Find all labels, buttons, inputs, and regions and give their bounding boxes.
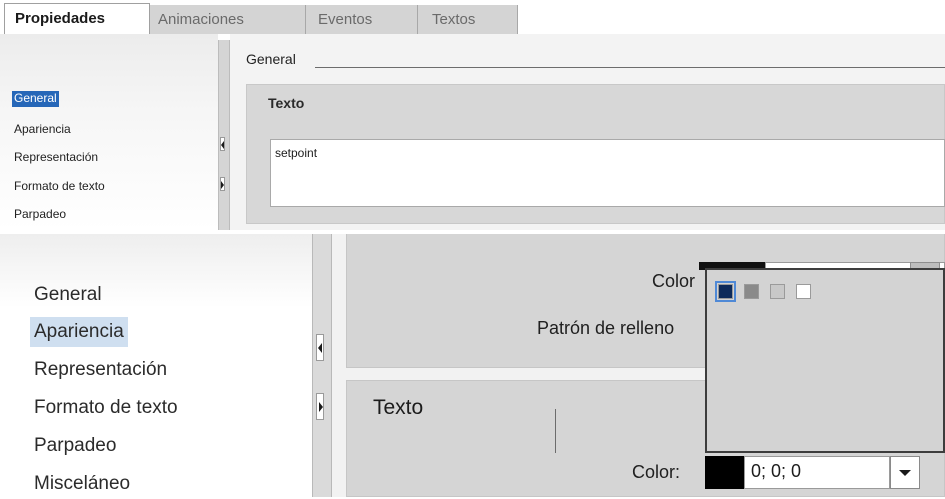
tab-textos[interactable]: Textos xyxy=(418,5,518,34)
text-color-value[interactable]: 0; 0; 0 xyxy=(744,456,890,489)
top-splitter[interactable] xyxy=(218,40,230,230)
color-palette-popup xyxy=(705,268,945,453)
collapse-left-icon[interactable] xyxy=(316,334,324,361)
nav-item-general[interactable]: General xyxy=(34,280,102,310)
top-nav-item-apariencia[interactable]: Apariencia xyxy=(14,122,71,138)
nav-item-apariencia[interactable]: Apariencia xyxy=(30,317,128,347)
color-label-top: Color xyxy=(652,271,696,291)
tab-animaciones[interactable]: Animaciones xyxy=(150,5,306,34)
expand-right-icon[interactable] xyxy=(220,177,225,191)
bottom-splitter[interactable] xyxy=(312,234,332,497)
texto-group-title-big: Texto xyxy=(373,396,424,419)
palette-swatch-white[interactable] xyxy=(796,284,811,299)
section-divider xyxy=(315,67,945,68)
nav-item-formato-de-texto[interactable]: Formato de texto xyxy=(34,393,178,423)
palette-swatch-gray[interactable] xyxy=(744,284,759,299)
text-color-dropdown-button[interactable] xyxy=(890,456,920,489)
top-nav-item-representacion[interactable]: Representación xyxy=(14,150,98,166)
color-label: Color: xyxy=(632,462,681,482)
palette-swatch-dark-blue[interactable] xyxy=(715,281,736,302)
group-divider xyxy=(555,409,556,453)
nav-item-representacion[interactable]: Representación xyxy=(34,355,167,385)
text-input[interactable]: setpoint xyxy=(270,139,945,207)
expand-right-icon[interactable] xyxy=(316,393,324,420)
top-nav-item-formato-de-texto[interactable]: Formato de texto xyxy=(14,179,105,195)
text-color-swatch[interactable] xyxy=(705,456,744,489)
top-nav-item-parpadeo[interactable]: Parpadeo xyxy=(14,207,66,223)
fill-pattern-label: Patrón de relleno xyxy=(537,318,675,338)
collapse-left-icon[interactable] xyxy=(220,137,225,151)
tab-propiedades[interactable]: Propiedades xyxy=(4,3,150,34)
nav-item-parpadeo[interactable]: Parpadeo xyxy=(34,431,116,461)
section-title-general: General xyxy=(246,51,296,67)
palette-swatch-light-gray[interactable] xyxy=(770,284,785,299)
top-nav-item-general[interactable]: General xyxy=(12,91,59,107)
tab-eventos[interactable]: Eventos xyxy=(306,5,418,34)
texto-group-title: Texto xyxy=(268,95,305,111)
nav-item-miscelaneo[interactable]: Misceláneo xyxy=(34,469,130,499)
